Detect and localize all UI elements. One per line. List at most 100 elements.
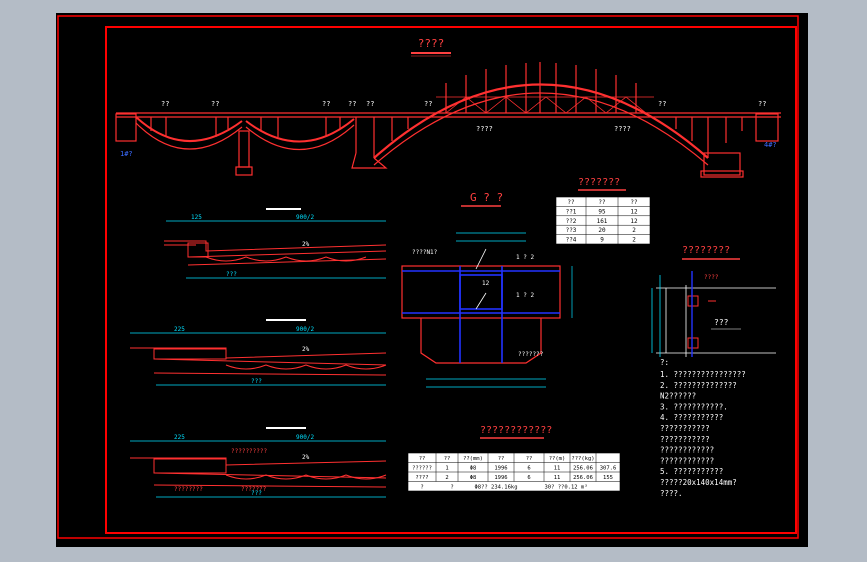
table-bottom-header: ?? [498, 456, 505, 462]
table-small-cell: 95 [598, 208, 606, 215]
table-bottom-header: ?? [419, 456, 426, 462]
elev-label-6: ?? [424, 100, 432, 108]
table-small-cell: 2 [632, 227, 636, 234]
table-bottom-cell: Φ8 [470, 475, 477, 481]
note-line: N2?????? [660, 392, 696, 401]
table-bottom-cell: 6 [527, 466, 530, 472]
elev-label-1: ?? [161, 100, 169, 108]
table-bottom-cell: 11 [554, 475, 561, 481]
note-line: ??????????? [660, 424, 710, 433]
notes-title: ?: [660, 358, 669, 367]
table-bottom-cell: Φ8 [470, 466, 477, 472]
g-rebar-top: 1 ? 2 [516, 254, 534, 261]
elev-label-8: ?? [758, 100, 766, 108]
table-small-title: ??????? [578, 177, 620, 188]
cross-section-2: 225 900/2 2% ??? [130, 319, 387, 386]
g-rebar-mid: 1 ? 2 [516, 292, 534, 299]
arch-label-1: ???? [476, 125, 493, 133]
rebar-table-bottom: ???????????? ???? ??(mm)???? ??(m) ???(kg)?… [407, 425, 621, 492]
table-bottom-cell: 11 [554, 466, 561, 472]
detail-right-label: ??? [714, 318, 729, 327]
table-bottom-total: 30? ??0.12 m³ [544, 484, 587, 491]
cad-drawing-canvas[interactable]: ???? ?? ?? ?? ?? ?? ?? ?? ?? ???? ???? 1… [56, 13, 808, 547]
note-line: 2. ?????????????? [660, 381, 737, 390]
right-abutment-label: 4#? [764, 141, 777, 149]
elev-label-2: ?? [211, 100, 219, 108]
table-bottom-cell: 307.6 [600, 466, 617, 472]
table-small-cell: ??2 [566, 218, 577, 225]
elev-label-3: ?? [322, 100, 330, 108]
sec3-slope: 2% [302, 454, 310, 461]
left-abutment-label: 1#? [120, 150, 133, 158]
table-bottom-header: ?? [444, 456, 451, 462]
sec2-bottom: ??? [251, 378, 262, 385]
note-line: 3. ???????????. [660, 402, 728, 411]
table-small-header: ?? [598, 199, 606, 206]
table-bottom-cell: 256.06 [573, 466, 593, 472]
table-bottom-cell: 2 [445, 475, 448, 481]
table-bottom-total: ? [420, 485, 423, 491]
sec1-dim-left: 125 [191, 214, 202, 221]
note-line: ???????????? [660, 456, 714, 465]
table-bottom-cell: 1996 [494, 466, 507, 472]
joint-detail: ???????? ???? ??? [651, 245, 776, 357]
section-g-title: G ? ? [470, 191, 503, 204]
table-bottom-header: ???(kg) [571, 456, 594, 462]
note-line: 5. ??????????? [660, 467, 723, 476]
detail-right-callout: ???? [704, 274, 719, 281]
sec1-slope: 2% [302, 241, 310, 248]
note-line: ???????????? [660, 446, 714, 455]
sec2-slope: 2% [302, 346, 310, 353]
viewport: ???? ?? ?? ?? ?? ?? ?? ?? ?? ???? ???? 1… [0, 0, 867, 562]
section-g-detail: G ? ? ????N1? 1 ? 2 1 ? 2 12 ??????? [401, 191, 573, 388]
g-callout: ????N1? [412, 249, 438, 256]
detail-right-title: ???????? [682, 245, 730, 256]
sec3-callout-2: ???????? [174, 486, 203, 493]
arch-label-2: ???? [614, 125, 631, 133]
note-line: ????. [660, 489, 683, 498]
table-bottom-cell: 155 [603, 475, 613, 481]
table-bottom-header: ?? [526, 456, 533, 462]
table-small-cell: ??4 [566, 237, 577, 244]
sec2-dim-right: 900/2 [296, 326, 314, 333]
note-line: ??????????? [660, 435, 710, 444]
table-small-cell: ??3 [566, 227, 577, 234]
table-small-cell: 161 [597, 218, 608, 225]
note-line: ?????20x140x14mm? [660, 478, 737, 487]
sec2-dim-left: 225 [174, 326, 185, 333]
elevation-title: ???? [418, 37, 445, 50]
table-bottom-total: Φ8?? 234.16kg [474, 485, 517, 491]
g-mark: 12 [482, 280, 490, 287]
sec1-dim-right: 900/2 [296, 214, 314, 221]
g-bottom-callout: ??????? [518, 351, 544, 358]
sec3-callout-1: ?????????? [231, 448, 268, 455]
table-small-cell: 12 [630, 218, 638, 225]
table-bottom-header: ??(mm) [463, 456, 483, 462]
table-small-header: ?? [630, 199, 638, 206]
elev-label-7: ?? [658, 100, 666, 108]
table-small-cell: 20 [598, 227, 606, 234]
table-bottom-cell: 6 [527, 475, 530, 481]
table-bottom-cell: 1 [445, 466, 448, 472]
table-bottom-cell: 256.06 [573, 475, 593, 481]
table-bottom-total: ? [450, 485, 453, 491]
note-line: 4. ??????????? [660, 413, 723, 422]
sec3-dim-right: 900/2 [296, 434, 314, 441]
notes-block: ?: 1. ????????????????2. ?????????????? … [660, 358, 746, 498]
note-line: 1. ???????????????? [660, 370, 746, 379]
cross-section-1: 125 900/2 2% ??? [164, 208, 387, 279]
table-small-cell: 2 [632, 237, 636, 244]
sec1-bottom: ??? [226, 271, 237, 278]
elev-label-4: ?? [348, 100, 356, 108]
rebar-table-small: ??????? ???? ?? ??1 95 12 ??2 161 12 ??3 20 2 ??4 9 2 [555, 177, 651, 245]
bridge-elevation: ???? ?? ?? ?? ?? ?? ?? ?? ?? ???? ???? 1… [115, 37, 781, 178]
drawing-svg: ???? ?? ?? ?? ?? ?? ?? ?? ?? ???? ???? 1… [57, 15, 799, 539]
table-small-cell: 9 [600, 237, 604, 244]
table-bottom-header: ??(m) [549, 456, 566, 462]
cross-section-3: 225 900/2 ?????????? 2% ???????? ???????… [130, 427, 387, 498]
table-bottom-cell: 1996 [494, 475, 507, 481]
table-small-header: ?? [567, 199, 575, 206]
elev-label-5: ?? [366, 100, 374, 108]
table-bottom-title: ???????????? [480, 425, 552, 436]
sec3-bottom: ??? [251, 490, 262, 497]
